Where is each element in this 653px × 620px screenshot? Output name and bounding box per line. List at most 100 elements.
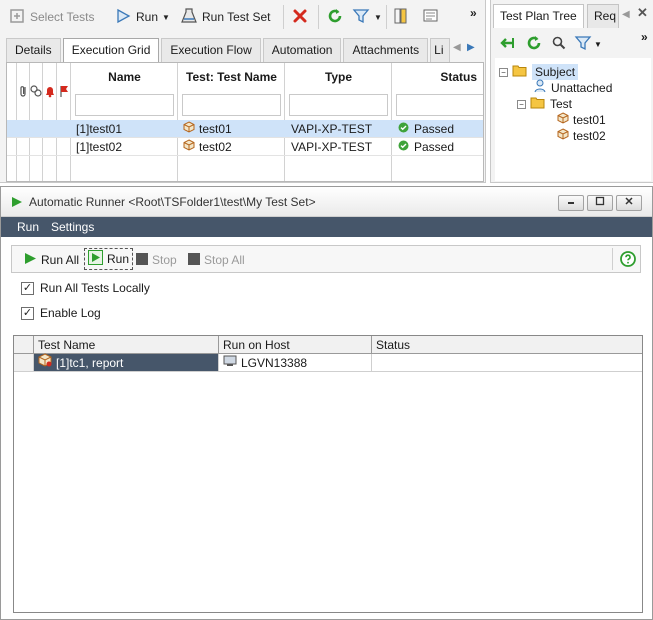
tree-node-test[interactable]: test01 <box>557 112 606 128</box>
grid-header-test-name[interactable]: Test: Test Name <box>178 63 285 91</box>
filter-icon <box>352 7 370 28</box>
tree-node-test-folder[interactable]: − Test <box>517 96 572 112</box>
status-filter-input[interactable] <box>396 94 483 116</box>
row-selector-header <box>14 336 34 354</box>
grid-header-type[interactable]: Type <box>285 63 392 91</box>
row-status: Passed <box>398 138 454 156</box>
test-plan-tree: − Subject Unattached − Test test01 test0… <box>495 58 651 181</box>
run-dropdown-icon[interactable]: ▼ <box>162 13 170 22</box>
run-test-set-button[interactable]: Run Test Set <box>180 6 270 28</box>
stop-all-button[interactable]: Stop All <box>188 250 245 270</box>
tab-test-plan-tree[interactable]: Test Plan Tree <box>493 4 584 28</box>
runner-grid: Test Name Run on Host Status [1]tc1, rep… <box>13 335 643 613</box>
run-all-button[interactable]: Run All <box>24 250 79 270</box>
tab-attachments[interactable]: Attachments <box>343 38 429 62</box>
menu-run[interactable]: Run <box>17 217 39 237</box>
stop-all-label: Stop All <box>204 253 245 267</box>
passed-icon <box>398 138 409 156</box>
tab-execution-flow[interactable]: Execution Flow <box>161 38 261 62</box>
test-cube-icon <box>557 112 569 128</box>
close-icon[interactable]: ✕ <box>637 5 648 21</box>
tree-node-unattached[interactable]: Unattached <box>533 79 612 97</box>
refresh-button[interactable] <box>326 6 344 28</box>
tree-node-label: test02 <box>573 129 606 143</box>
runner-row-test-name-text: [1]tc1, report <box>56 355 124 370</box>
delete-icon <box>291 7 309 28</box>
tab-truncated[interactable]: Li <box>430 38 451 62</box>
tab-execution-grid[interactable]: Execution Grid <box>62 38 160 63</box>
name-filter-input[interactable] <box>75 94 174 116</box>
run-selected-button[interactable]: Run <box>84 248 134 270</box>
row-status-text: Passed <box>414 140 455 154</box>
grid-header-run-on-host[interactable]: Run on Host <box>219 336 372 354</box>
row-status: Passed <box>398 120 454 138</box>
test-cube-icon <box>557 128 569 144</box>
row-test-name-text: test01 <box>199 122 232 136</box>
menu-bar: Run Settings <box>1 217 652 237</box>
unattached-icon <box>533 79 547 97</box>
row-name: [1]test02 <box>76 140 123 154</box>
run-all-locally-checkbox[interactable]: ✓ Run All Tests Locally <box>21 279 150 297</box>
maximize-button[interactable] <box>587 195 613 211</box>
runner-row-host-text: LGVN13388 <box>241 355 308 370</box>
window-title: Automatic Runner <Root\TSFolder1\test\My… <box>29 195 316 209</box>
runner-row-host[interactable]: LGVN13388 <box>219 354 372 372</box>
stop-icon <box>188 252 200 268</box>
stop-icon <box>136 252 148 268</box>
toolbar-overflow[interactable]: » <box>470 2 477 24</box>
menu-settings[interactable]: Settings <box>51 217 94 237</box>
filter-dropdown-icon[interactable]: ▼ <box>374 13 382 22</box>
search-icon[interactable] <box>551 35 567 54</box>
columns-button[interactable] <box>393 6 411 28</box>
tab-scroll-right-icon[interactable]: ▶ <box>467 42 475 53</box>
passed-icon <box>398 120 409 138</box>
grid-header-status[interactable]: Status <box>392 63 483 91</box>
table-row[interactable]: [1]test02 test02 VAPI-XP-TEST Passed <box>7 138 483 156</box>
folder-open-icon <box>530 96 546 113</box>
toolbar-separator <box>318 5 319 29</box>
collapse-icon[interactable]: − <box>499 67 508 77</box>
grid-header-name[interactable]: Name <box>71 63 178 91</box>
run-test-set-label: Run Test Set <box>202 10 271 24</box>
refresh-icon[interactable] <box>525 34 543 55</box>
toolbar-separator <box>283 5 284 29</box>
collapse-icon[interactable]: − <box>517 99 526 109</box>
close-button[interactable] <box>616 195 642 211</box>
row-selector[interactable] <box>14 354 34 372</box>
play-icon <box>24 252 37 268</box>
tree-node-test[interactable]: test02 <box>557 128 606 144</box>
row-status-text: Passed <box>414 122 455 136</box>
help-icon[interactable] <box>620 251 636 270</box>
tab-details[interactable]: Details <box>6 38 61 62</box>
stop-button[interactable]: Stop <box>136 250 177 270</box>
enable-log-checkbox[interactable]: ✓ Enable Log <box>21 304 101 322</box>
select-tests-button[interactable]: Select Tests <box>8 6 94 28</box>
tab-automation[interactable]: Automation <box>262 38 342 62</box>
runner-row-test-name[interactable]: [1]tc1, report <box>34 353 219 372</box>
link-column-icon <box>30 84 42 101</box>
minimize-button[interactable] <box>558 195 584 211</box>
tab-req[interactable]: Req <box>587 4 619 28</box>
test-name-filter-input[interactable] <box>182 94 281 116</box>
details-tabs: Details Execution Grid Execution Flow Au… <box>6 38 452 63</box>
tree-node-subject[interactable]: − Subject <box>499 64 579 81</box>
type-filter-input[interactable] <box>289 94 388 116</box>
comments-button[interactable] <box>422 6 440 28</box>
tab-scroll-left-icon[interactable]: ◀ <box>453 42 461 53</box>
filter-button[interactable]: ▼ <box>574 34 602 55</box>
title-bar[interactable]: Automatic Runner <Root\TSFolder1\test\My… <box>1 187 652 217</box>
folder-open-icon <box>512 64 528 81</box>
test-plan-tree-panel: Test Plan Tree Req ◀ ✕ ▼ » − Subject Una… <box>490 0 653 183</box>
toolbar-overflow[interactable]: » <box>641 30 648 44</box>
grid-header-status[interactable]: Status <box>372 336 642 354</box>
tab-scroll-left-icon[interactable]: ◀ <box>622 9 630 20</box>
go-to-test-button[interactable] <box>498 34 516 55</box>
table-row[interactable]: [1]test01 test01 VAPI-XP-TEST Passed <box>7 120 483 138</box>
filter-button[interactable]: ▼ <box>352 6 382 28</box>
run-button[interactable]: Run ▼ <box>114 6 170 28</box>
row-type: VAPI-XP-TEST <box>291 122 373 136</box>
grid-header-test-name[interactable]: Test Name <box>34 336 219 354</box>
run-icon <box>114 7 132 28</box>
delete-button[interactable] <box>291 6 309 28</box>
run-label: Run <box>107 252 130 266</box>
